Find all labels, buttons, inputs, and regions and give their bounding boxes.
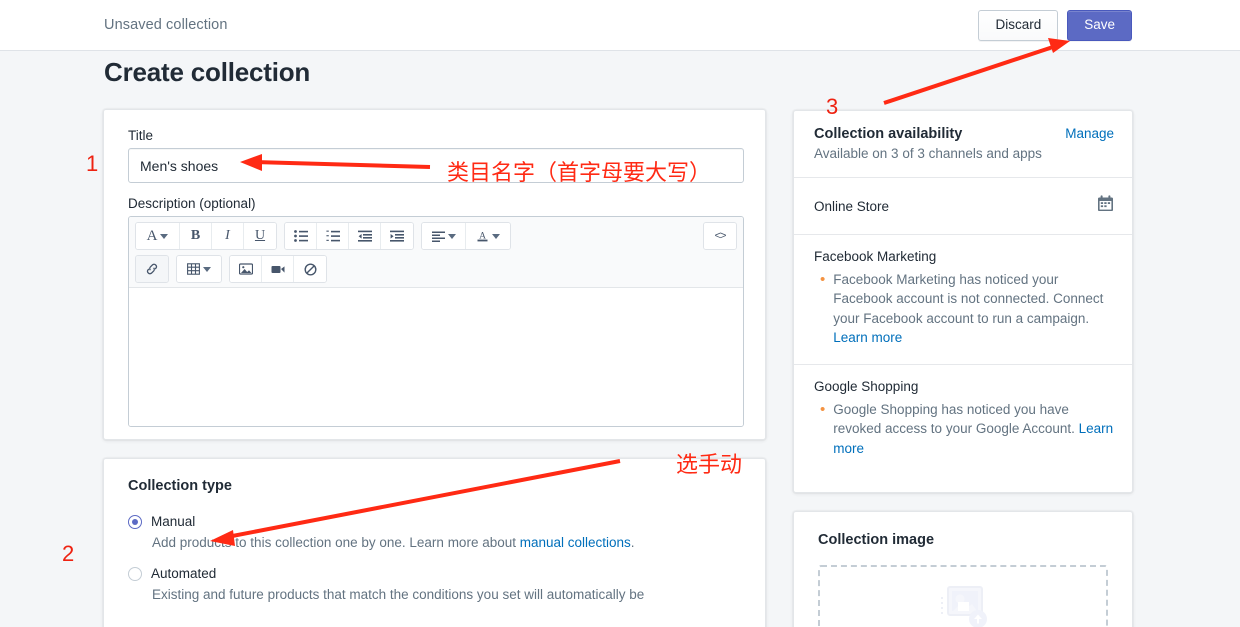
channel-name: Online Store xyxy=(814,199,889,214)
radio-option-manual[interactable]: Manual xyxy=(128,514,741,529)
description-textarea[interactable] xyxy=(129,288,743,426)
insert-image-button[interactable] xyxy=(230,256,262,282)
description-field-label: Description (optional) xyxy=(128,196,741,211)
bold-button[interactable]: B xyxy=(180,223,212,249)
insert-link-button[interactable] xyxy=(136,256,168,282)
insert-table-dropdown[interactable] xyxy=(177,256,221,282)
page-title: Create collection xyxy=(104,57,310,88)
code-view-button[interactable]: <> xyxy=(704,223,736,249)
annotation-note-title: 类目名字（首字母要大写） xyxy=(447,155,711,187)
indent-button[interactable] xyxy=(381,223,413,249)
editor-toolbar-row-2 xyxy=(135,255,737,283)
image-dropzone[interactable] xyxy=(818,565,1108,627)
numbered-list-button[interactable] xyxy=(317,223,349,249)
notice-google-shopping: Google Shopping • Google Shopping has no… xyxy=(794,365,1132,474)
notice-title: Facebook Marketing xyxy=(814,249,1116,264)
radio-automated-help: Existing and future products that match … xyxy=(152,585,741,605)
collection-type-title: Collection type xyxy=(128,478,741,494)
align-color-group: A xyxy=(421,222,511,250)
bulleted-list-button[interactable] xyxy=(285,223,317,249)
code-view-group: <> xyxy=(703,222,737,250)
notice-text-wrap: Google Shopping has noticed you have rev… xyxy=(833,400,1116,458)
insert-table-group xyxy=(176,255,222,283)
breadcrumb: Unsaved collection xyxy=(104,17,228,33)
collection-type-card: Collection type Manual Add products to t… xyxy=(103,458,766,627)
notice-bullet: • Google Shopping has noticed you have r… xyxy=(814,400,1116,458)
italic-button[interactable]: I xyxy=(212,223,244,249)
title-field-label: Title xyxy=(128,128,741,143)
manual-help-suffix: . xyxy=(631,535,635,550)
notice-facebook-marketing: Facebook Marketing • Facebook Marketing … xyxy=(794,235,1132,365)
insert-video-button[interactable] xyxy=(262,256,294,282)
save-button[interactable]: Save xyxy=(1067,10,1132,41)
radio-manual-help: Add products to this collection one by o… xyxy=(152,533,741,553)
discard-button[interactable]: Discard xyxy=(978,10,1058,41)
collection-image-card: Collection image xyxy=(793,511,1133,627)
radio-automated-icon[interactable] xyxy=(128,567,142,581)
align-dropdown[interactable] xyxy=(422,223,466,249)
collection-image-title: Collection image xyxy=(794,512,1132,548)
availability-title: Collection availability xyxy=(814,126,962,142)
notice-bullet: • Facebook Marketing has noticed your Fa… xyxy=(814,270,1116,348)
chevron-down-icon xyxy=(448,234,456,239)
chevron-down-icon xyxy=(160,234,168,239)
insert-link-group xyxy=(135,255,169,283)
notice-text: Google Shopping has noticed you have rev… xyxy=(833,402,1078,436)
radio-automated-label: Automated xyxy=(151,566,216,581)
topbar-actions: Discard Save xyxy=(978,10,1132,41)
annotation-note-type: 选手动 xyxy=(676,447,742,479)
annotation-number-2: 2 xyxy=(62,541,74,567)
list-indent-group xyxy=(284,222,414,250)
clear-formatting-button[interactable] xyxy=(294,256,326,282)
collection-availability-card: Collection availability Manage Available… xyxy=(793,110,1133,493)
notice-text: Facebook Marketing has noticed your Face… xyxy=(833,272,1103,326)
notice-text-wrap: Facebook Marketing has noticed your Face… xyxy=(833,270,1116,348)
underline-button[interactable]: U xyxy=(244,223,276,249)
warning-bullet-icon: • xyxy=(820,400,825,458)
radio-option-automated[interactable]: Automated xyxy=(128,566,741,581)
manage-link[interactable]: Manage xyxy=(1065,126,1114,141)
facebook-learn-more-link[interactable]: Learn more xyxy=(833,330,902,345)
availability-header: Collection availability Manage Available… xyxy=(794,111,1132,178)
notice-title: Google Shopping xyxy=(814,379,1116,394)
editor-toolbar-row-1: A B I U xyxy=(135,222,737,250)
availability-subtitle: Available on 3 of 3 channels and apps xyxy=(814,146,1114,161)
chevron-down-icon xyxy=(203,267,211,272)
manual-help-prefix: Add products to this collection one by o… xyxy=(152,535,520,550)
annotation-number-3: 3 xyxy=(826,94,838,120)
editor-toolbar: A B I U xyxy=(129,217,743,288)
chevron-down-icon xyxy=(492,234,500,239)
manual-collections-link[interactable]: manual collections xyxy=(520,535,631,550)
text-format-group: A B I U xyxy=(135,222,277,250)
description-editor: A B I U xyxy=(128,216,744,427)
warning-bullet-icon: • xyxy=(820,270,825,348)
font-style-dropdown[interactable]: A xyxy=(136,223,180,249)
radio-manual-label: Manual xyxy=(151,514,195,529)
calendar-icon[interactable] xyxy=(1097,195,1114,217)
radio-manual-icon[interactable] xyxy=(128,515,142,529)
top-bar: Unsaved collection Discard Save xyxy=(0,0,1240,51)
channel-row-online-store[interactable]: Online Store xyxy=(794,178,1132,235)
app-root: Unsaved collection Discard Save Create c… xyxy=(0,0,1240,627)
image-placeholder-icon xyxy=(932,585,994,627)
insert-media-group xyxy=(229,255,327,283)
text-color-dropdown[interactable]: A xyxy=(466,223,510,249)
annotation-number-1: 1 xyxy=(86,151,98,177)
outdent-button[interactable] xyxy=(349,223,381,249)
